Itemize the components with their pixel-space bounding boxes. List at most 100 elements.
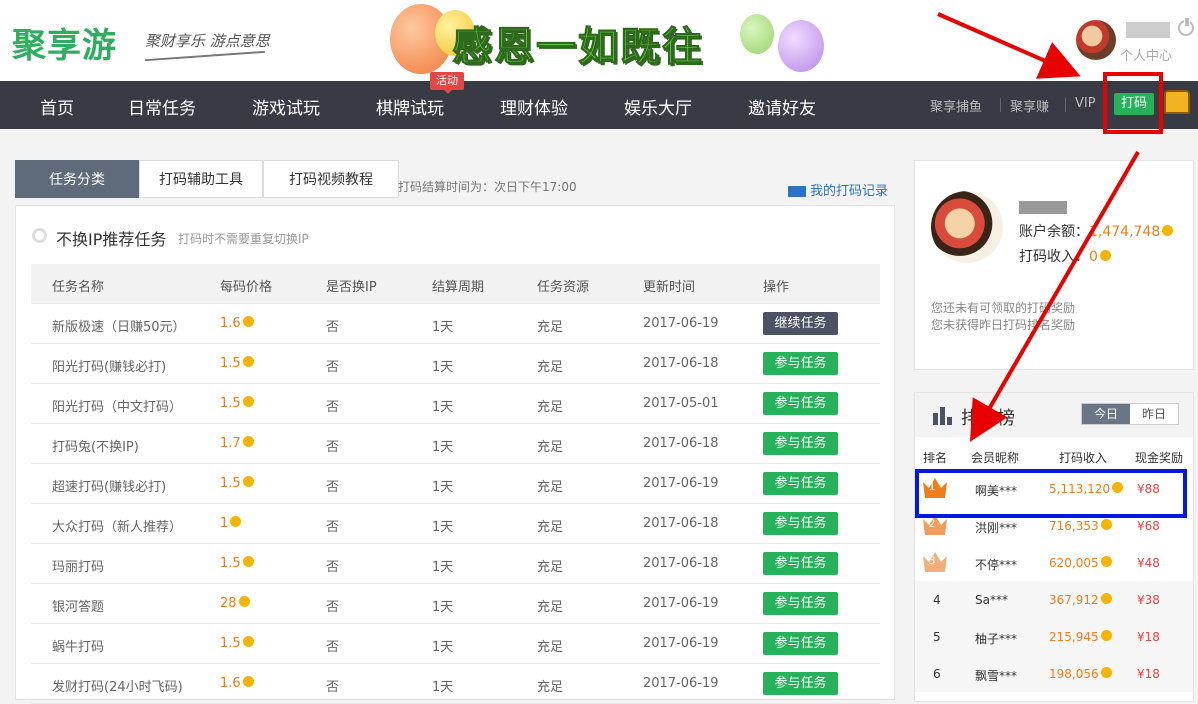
join-task-button[interactable]: 参与任务 bbox=[763, 472, 838, 495]
task-price: 1.6 bbox=[220, 316, 254, 331]
task-cycle: 1天 bbox=[432, 396, 453, 415]
task-ip: 否 bbox=[326, 396, 339, 415]
ranking-title: 排名榜 bbox=[961, 408, 1015, 429]
user-avatar[interactable] bbox=[1076, 20, 1116, 60]
join-task-button[interactable]: 参与任务 bbox=[763, 512, 838, 535]
treasure-chest-icon[interactable] bbox=[1164, 90, 1190, 114]
tab-dama-tools[interactable]: 打码辅助工具 bbox=[139, 160, 263, 198]
member-income: 367,912 bbox=[1049, 593, 1112, 607]
task-name-text: 阳光打码（中文打码） bbox=[52, 400, 183, 415]
task-name-text: 蜗牛打码 bbox=[52, 640, 105, 655]
nav-right-vip[interactable]: VIP bbox=[1075, 96, 1096, 111]
coin-icon bbox=[242, 356, 254, 367]
task-res-text: 充足 bbox=[537, 360, 564, 375]
site-logo[interactable]: 聚享游 bbox=[12, 18, 117, 67]
task-res-text: 充足 bbox=[537, 640, 564, 655]
coin-icon bbox=[242, 316, 254, 327]
task-price-text: 1.5 bbox=[220, 476, 241, 491]
nav-item-entertainment[interactable]: 娱乐大厅 bbox=[624, 94, 692, 119]
day-toggle: 今日 昨日 bbox=[1081, 403, 1179, 425]
task-res-text: 充足 bbox=[537, 520, 564, 535]
join-task-button[interactable]: 参与任务 bbox=[763, 432, 838, 455]
nav-item-chess-trial[interactable]: 棋牌试玩 bbox=[376, 94, 444, 119]
my-record-link[interactable]: 我的打码记录 bbox=[788, 180, 888, 199]
task-res-text: 充足 bbox=[537, 440, 564, 455]
tab-video-tutorial[interactable]: 打码视频教程 bbox=[263, 160, 399, 198]
table-row: 超速打码(赚钱必打) 1.5 否 1天 充足 2017-06-19 参与任务 bbox=[31, 464, 880, 504]
task-cycle-text: 1天 bbox=[432, 360, 454, 375]
coin-icon bbox=[242, 676, 254, 687]
task-res: 充足 bbox=[537, 676, 563, 695]
task-date: 2017-05-01 bbox=[643, 396, 719, 411]
yesterday-button[interactable]: 昨日 bbox=[1130, 404, 1178, 424]
coin-icon bbox=[242, 396, 254, 407]
column-header: 每码价格 bbox=[220, 280, 273, 295]
join-task-button[interactable]: 参与任务 bbox=[763, 552, 838, 575]
nav-right-fishing[interactable]: 聚享捕鱼 bbox=[930, 96, 982, 115]
task-date: 2017-06-18 bbox=[643, 436, 719, 451]
task-res: 充足 bbox=[537, 516, 563, 535]
task-name: 发财打码(24小时飞码) bbox=[52, 676, 183, 695]
member-nickname: 飘雪*** bbox=[975, 669, 1018, 683]
task-price: 1.5 bbox=[220, 356, 254, 371]
task-res-text: 充足 bbox=[537, 600, 564, 615]
task-name: 大众打码（新人推荐） bbox=[52, 516, 182, 535]
task-cycle-text: 1天 bbox=[432, 320, 454, 335]
keyboard-icon bbox=[788, 186, 806, 197]
personal-center-link[interactable]: 个人中心 bbox=[1120, 45, 1172, 64]
task-name: 银河答题 bbox=[52, 596, 104, 615]
task-date-text: 2017-06-19 bbox=[643, 636, 719, 651]
task-name: 阳光打码(赚钱必打) bbox=[52, 356, 166, 375]
cash-reward: ¥68 bbox=[1137, 519, 1160, 533]
coin-icon bbox=[230, 516, 242, 527]
task-name: 蜗牛打码 bbox=[52, 636, 104, 655]
logout-power-icon[interactable] bbox=[1178, 18, 1194, 36]
task-res: 充足 bbox=[537, 556, 563, 575]
task-ip-text: 否 bbox=[326, 320, 340, 335]
task-ip: 否 bbox=[326, 556, 339, 575]
ranking-row: 3 不停*** 620,005 ¥48 bbox=[915, 544, 1193, 581]
task-cycle: 1天 bbox=[432, 436, 453, 455]
join-task-button[interactable]: 参与任务 bbox=[763, 592, 838, 615]
account-avatar[interactable] bbox=[931, 191, 1003, 263]
task-price: 1.5 bbox=[220, 476, 254, 491]
join-task-button[interactable]: 参与任务 bbox=[763, 632, 838, 655]
task-price-text: 1.5 bbox=[220, 356, 241, 371]
tab-task-category[interactable]: 任务分类 bbox=[15, 160, 139, 198]
activity-badge: 活动 bbox=[430, 72, 464, 94]
today-button[interactable]: 今日 bbox=[1082, 404, 1130, 424]
join-task-button[interactable]: 参与任务 bbox=[763, 672, 838, 695]
task-res: 充足 bbox=[537, 636, 563, 655]
column-header: 会员昵称 bbox=[971, 451, 1020, 465]
user-area: 个人中心 bbox=[1076, 18, 1196, 68]
task-price: 28 bbox=[220, 596, 250, 611]
task-ip: 否 bbox=[326, 316, 339, 335]
nav-item-game-trial[interactable]: 游戏试玩 bbox=[252, 94, 320, 119]
continue-task-button[interactable]: 继续任务 bbox=[763, 312, 838, 335]
column-header: 结算周期 bbox=[432, 280, 485, 295]
task-date-text: 2017-06-19 bbox=[643, 476, 719, 491]
nav-item-daily-tasks[interactable]: 日常任务 bbox=[128, 94, 196, 119]
balloon-green bbox=[740, 14, 774, 54]
column-header: 是否换IP bbox=[326, 280, 377, 295]
column-header: 任务资源 bbox=[537, 280, 590, 295]
nav-item-invite[interactable]: 邀请好友 bbox=[748, 94, 816, 119]
ranking-row: 5 柚子*** 215,945 ¥18 bbox=[915, 618, 1193, 655]
main-navbar: 首页 日常任务 游戏试玩 棋牌试玩 理财体验 娱乐大厅 邀请好友 聚享捕鱼 聚享… bbox=[0, 81, 1198, 129]
balloon-purple bbox=[778, 20, 824, 72]
task-res: 充足 bbox=[537, 316, 563, 335]
nav-item-home[interactable]: 首页 bbox=[40, 94, 74, 119]
task-ip: 否 bbox=[326, 676, 339, 695]
join-task-button[interactable]: 参与任务 bbox=[763, 392, 838, 415]
nav-item-finance[interactable]: 理财体验 bbox=[500, 94, 568, 119]
table-row: 新版极速（日赚50元） 1.6 否 1天 充足 2017-06-19 继续任务 bbox=[31, 304, 880, 344]
ranking-row: 6 飘雪*** 198,056 ¥18 bbox=[915, 655, 1193, 692]
join-task-button[interactable]: 参与任务 bbox=[763, 352, 838, 375]
task-res: 充足 bbox=[537, 596, 563, 615]
task-price-text: 1.5 bbox=[220, 636, 241, 651]
task-ip-text: 否 bbox=[326, 560, 340, 575]
member-income-text: 716,353 bbox=[1049, 519, 1099, 533]
site-slogan: 聚财享乐 游点意思 bbox=[145, 32, 270, 50]
nav-right-earn[interactable]: 聚享赚 bbox=[1010, 96, 1049, 115]
task-res-text: 充足 bbox=[537, 560, 564, 575]
